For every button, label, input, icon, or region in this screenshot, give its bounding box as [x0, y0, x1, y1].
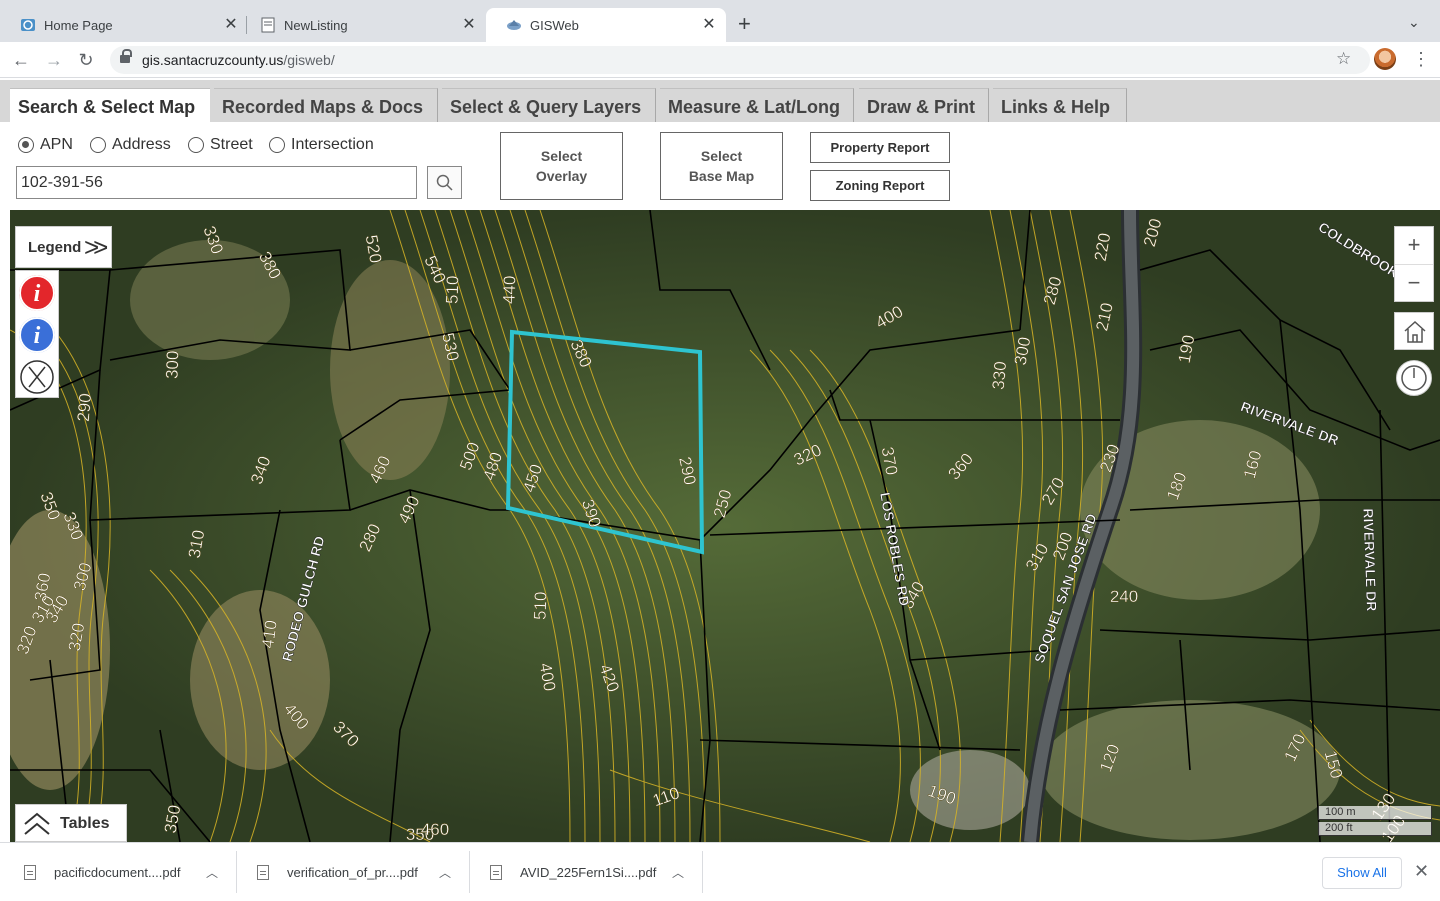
svg-text:i: i	[34, 281, 41, 307]
identify-red-icon[interactable]: i	[19, 275, 55, 311]
profile-avatar[interactable]	[1374, 48, 1396, 70]
contour-label: 460	[421, 820, 449, 839]
tab-links-help[interactable]: Links & Help	[993, 88, 1127, 122]
identify-blue-icon[interactable]: i	[19, 317, 55, 353]
map-canvas[interactable]: 330380 520540510 440530 380400280300330220 2…	[10, 210, 1440, 842]
close-icon[interactable]: ✕	[222, 16, 240, 34]
radio-intersection[interactable]: Intersection	[269, 136, 374, 154]
zoning-report-button[interactable]: Zoning Report	[810, 170, 950, 201]
contour-label: 510	[443, 275, 463, 304]
tab-draw-print[interactable]: Draw & Print	[859, 88, 989, 122]
radio-street[interactable]: Street	[188, 136, 253, 154]
search-icon	[436, 174, 453, 191]
radio-dot[interactable]	[188, 137, 204, 153]
close-icon[interactable]: ✕	[700, 16, 718, 34]
radio-address[interactable]: Address	[90, 136, 171, 154]
browser-tab-gisweb[interactable]: GISWeb ✕	[486, 8, 726, 42]
select-overlay-button[interactable]: Select Overlay	[500, 132, 623, 200]
address-bar[interactable]: gis.santacruzcounty.us/gisweb/	[110, 46, 1370, 74]
close-icon[interactable]: ✕	[460, 16, 478, 34]
reload-icon[interactable]: ↻	[75, 49, 97, 71]
browser-toolbar: ← → ↻ gis.santacruzcounty.us/gisweb/ ☆ ⋮	[0, 42, 1440, 78]
home-extent-button[interactable]	[1394, 312, 1434, 350]
radio-apn[interactable]: APN	[18, 136, 73, 154]
double-chevron-right-icon: >>	[84, 232, 109, 262]
map-view[interactable]: 330 380 520 540 510 440 530 380 400 280 300 330 220 2…	[10, 210, 1440, 842]
contour-label: 510	[531, 591, 551, 620]
contour-label: 300	[163, 350, 183, 379]
bookmark-star-icon[interactable]: ☆	[1336, 50, 1351, 68]
search-panel: APN Address Street Intersection Select O…	[0, 122, 1440, 210]
back-arrow-icon[interactable]: ←	[10, 49, 32, 71]
browser-tab-home-page[interactable]: Home Page ✕	[0, 8, 248, 42]
tab-recorded-maps-docs[interactable]: Recorded Maps & Docs	[214, 88, 438, 122]
tab-search-select-map[interactable]: Search & Select Map	[10, 88, 210, 122]
radio-dot[interactable]	[90, 137, 106, 153]
download-item[interactable]: verification_of_pr....pdf ︿	[257, 843, 451, 901]
divider	[469, 851, 470, 893]
svg-text:i: i	[34, 323, 41, 349]
globe-icon	[20, 17, 36, 33]
select-base-map-button[interactable]: Select Base Map	[660, 132, 783, 200]
tab-measure-lat-long[interactable]: Measure & Lat/Long	[660, 88, 854, 122]
scale-bar: 100 m 200 ft	[1318, 804, 1438, 838]
gis-icon	[506, 17, 522, 33]
download-item[interactable]: pacificdocument....pdf ︿	[24, 843, 218, 901]
zoom-controls: + −	[1394, 226, 1434, 302]
downloads-bar: pacificdocument....pdf ︿ verification_of…	[0, 842, 1440, 900]
clear-x-icon[interactable]	[19, 359, 55, 395]
lock-icon	[120, 49, 132, 65]
search-button[interactable]	[427, 166, 462, 199]
chevron-up-icon	[24, 812, 50, 835]
scale-feet: 200 ft	[1318, 822, 1432, 836]
file-icon	[490, 864, 502, 880]
scale-meters: 100 m	[1318, 806, 1432, 820]
property-report-button[interactable]: Property Report	[810, 132, 950, 163]
document-icon	[260, 17, 276, 33]
forward-arrow-icon[interactable]: →	[43, 49, 65, 71]
home-icon	[1404, 320, 1426, 343]
tab-select-query-layers[interactable]: Select & Query Layers	[442, 88, 656, 122]
tab-title: NewListing	[284, 17, 348, 33]
clock-icon	[1401, 365, 1427, 391]
zoom-out-icon[interactable]: −	[1395, 265, 1433, 303]
new-tab-plus-icon[interactable]: +	[738, 13, 751, 35]
browser-tab-strip: Home Page ✕ NewListing ✕ GISWeb ✕ + ⌄	[0, 0, 1440, 42]
chevron-up-icon[interactable]: ︿	[206, 864, 218, 881]
file-icon	[257, 864, 269, 880]
file-icon	[24, 864, 36, 880]
legend-button[interactable]: Legend >>	[15, 226, 112, 268]
radio-dot[interactable]	[269, 137, 285, 153]
apn-search-input[interactable]	[16, 166, 417, 199]
tables-button[interactable]: Tables	[15, 804, 127, 842]
chevron-down-icon[interactable]: ⌄	[1408, 14, 1420, 31]
radio-dot[interactable]	[18, 137, 34, 153]
download-item[interactable]: AVID_225Fern1Si....pdf ︿	[490, 843, 684, 901]
zoom-in-icon[interactable]: +	[1395, 227, 1433, 265]
map-tool-column: i i	[15, 270, 59, 398]
tab-title: Home Page	[44, 17, 113, 33]
tab-title: GISWeb	[530, 17, 579, 33]
contour-label: 410	[258, 619, 281, 650]
gis-tab-bar: Search & Select Map Recorded Maps & Docs…	[0, 80, 1440, 122]
close-icon[interactable]: ✕	[1414, 861, 1429, 881]
browser-tab-newlisting[interactable]: NewListing ✕	[240, 8, 486, 42]
contour-label: 330	[989, 361, 1010, 391]
chevron-up-icon[interactable]: ︿	[439, 864, 451, 881]
locate-button[interactable]	[1396, 360, 1432, 396]
contour-label: 240	[1110, 587, 1138, 606]
contour-label: 290	[74, 393, 95, 423]
divider	[702, 851, 703, 893]
url-text: gis.santacruzcounty.us/gisweb/	[142, 52, 335, 68]
divider	[236, 851, 237, 893]
contour-label: 440	[500, 275, 520, 304]
more-menu-icon[interactable]: ⋮	[1412, 49, 1430, 69]
chevron-up-icon[interactable]: ︿	[672, 864, 684, 881]
show-all-button[interactable]: Show All	[1322, 857, 1402, 889]
